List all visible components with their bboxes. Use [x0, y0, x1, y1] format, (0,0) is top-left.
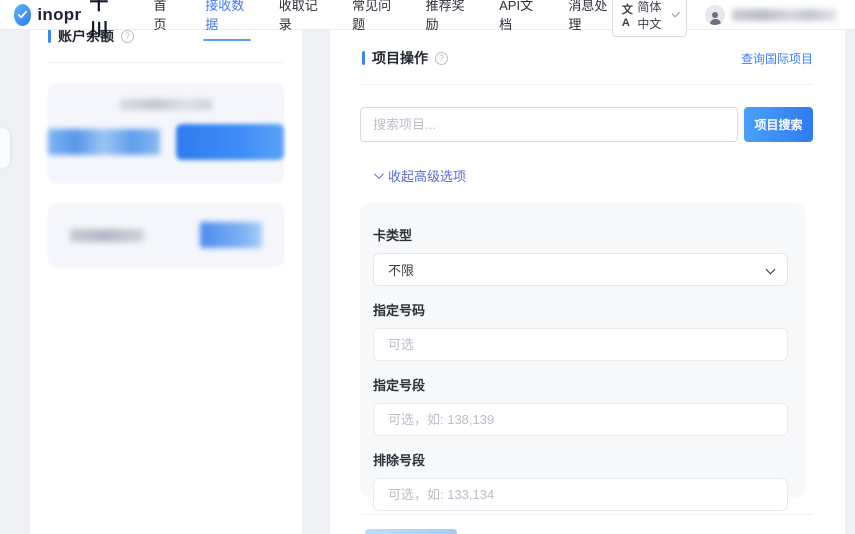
- project-search-button[interactable]: 项目搜索: [744, 107, 813, 142]
- intl-projects-link[interactable]: 查询国际项目: [741, 50, 813, 67]
- main-title: 项目操作: [372, 48, 428, 68]
- advanced-options-form: 卡类型 不限 指定号码 指定号段 排除号段: [360, 203, 805, 497]
- language-label: 简体中文: [637, 0, 667, 32]
- sub-balance-value-blurred: [200, 222, 262, 248]
- included-prefix-input[interactable]: [373, 403, 788, 436]
- project-operations-panel: 项目操作 ? 查询国际项目 项目搜索 收起高级选项 卡类型 不限 指定号码 指定…: [330, 30, 845, 534]
- nav-item-receive-data[interactable]: 接收数据: [205, 0, 248, 41]
- card-type-select[interactable]: 不限: [373, 253, 788, 286]
- account-balance-panel: 账户余额 ?: [30, 30, 303, 534]
- specified-number-input[interactable]: [373, 328, 788, 361]
- advanced-options-label: 收起高级选项: [388, 166, 466, 185]
- nav-item-api-docs[interactable]: API文档: [499, 0, 538, 41]
- nav-item-home[interactable]: 首页: [153, 0, 175, 41]
- logo-check-icon: [14, 4, 31, 26]
- excluded-prefix-label: 排除号段: [373, 450, 788, 469]
- nav-item-rewards[interactable]: 推荐奖励: [426, 0, 469, 41]
- divider: [48, 62, 284, 63]
- title-accent-bar: [362, 51, 365, 65]
- balance-label-blurred: [120, 99, 212, 110]
- help-icon[interactable]: ?: [121, 30, 134, 43]
- balance-card-sub: [48, 203, 284, 267]
- logo-text: inopr: [37, 5, 81, 25]
- excluded-prefix-input[interactable]: [373, 478, 788, 511]
- logo-cn-text: 千川: [89, 0, 119, 42]
- specified-number-label: 指定号码: [373, 300, 788, 319]
- logo[interactable]: inopr 千川: [14, 0, 119, 42]
- card-type-label: 卡类型: [373, 225, 788, 244]
- avatar: [705, 5, 725, 25]
- submit-button-partial[interactable]: [365, 529, 457, 534]
- advanced-options-toggle[interactable]: 收起高级选项: [374, 166, 845, 185]
- help-icon[interactable]: ?: [435, 52, 448, 65]
- drawer-collapse-handle[interactable]: [0, 128, 10, 168]
- user-menu[interactable]: [705, 5, 837, 25]
- chevron-down-icon: [672, 9, 680, 17]
- nav-item-messages[interactable]: 消息处理: [568, 0, 611, 41]
- nav-item-messages-label: 消息处理: [568, 0, 607, 32]
- language-selector[interactable]: 文A 简体中文: [612, 0, 687, 37]
- chevron-down-icon: [374, 169, 384, 179]
- balance-amount-blurred: [48, 129, 160, 155]
- balance-card-main: [48, 83, 284, 183]
- translate-icon: 文A: [622, 1, 633, 29]
- card-type-value: 不限: [388, 260, 414, 279]
- nav-item-faq[interactable]: 常见问题: [352, 0, 395, 41]
- included-prefix-label: 指定号段: [373, 375, 788, 394]
- chevron-down-icon: [766, 265, 776, 275]
- nav-item-records[interactable]: 收取记录: [279, 0, 322, 41]
- nav-menu: 首页 接收数据 收取记录 常见问题 推荐奖励 API文档 消息处理: [153, 0, 611, 41]
- project-search-input[interactable]: [360, 107, 738, 142]
- recharge-button-blurred[interactable]: [176, 124, 284, 160]
- top-navbar: inopr 千川 首页 接收数据 收取记录 常见问题 推荐奖励 API文档 消息…: [0, 0, 855, 30]
- username-blurred: [732, 9, 837, 21]
- sub-balance-label-blurred: [70, 229, 144, 242]
- divider: [362, 514, 813, 515]
